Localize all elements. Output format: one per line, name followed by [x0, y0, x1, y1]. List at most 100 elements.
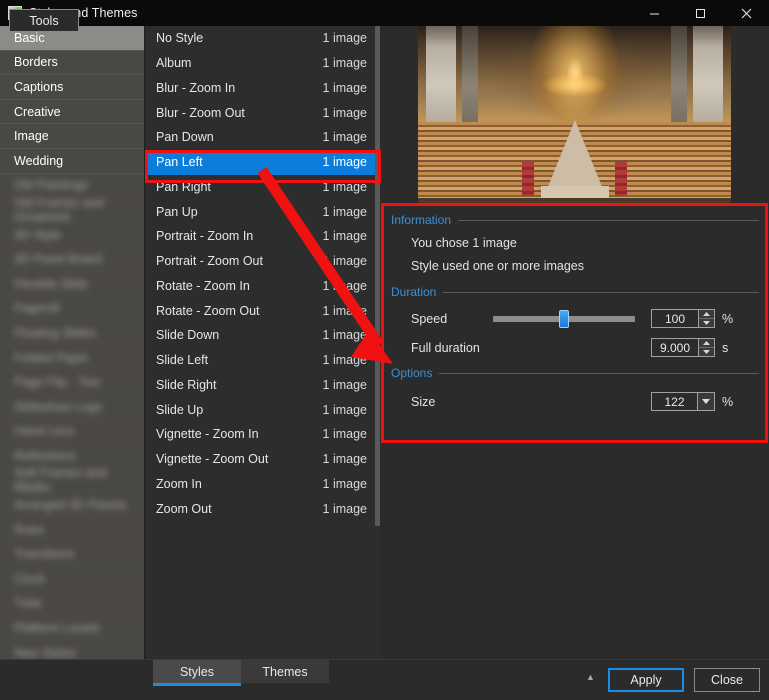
full-duration-label: Full duration — [411, 340, 480, 355]
style-row[interactable]: Slide Right 1 image — [146, 373, 380, 398]
sidebar-item-folded-paper[interactable]: Folded Paper — [0, 346, 144, 371]
style-image-count: 1 image — [322, 501, 367, 516]
sidebar-item-new-styles[interactable]: New Styles — [0, 641, 144, 659]
full-duration-spinner-up-icon[interactable] — [699, 339, 714, 348]
full-duration-spinner[interactable]: 9.000 — [651, 338, 715, 357]
speed-value[interactable]: 100 — [652, 310, 698, 327]
size-combobox[interactable]: 122 — [651, 392, 715, 411]
style-row[interactable]: Pan Down 1 image — [146, 125, 380, 150]
speed-slider[interactable] — [493, 309, 635, 328]
minimize-icon[interactable] — [631, 0, 677, 26]
style-row[interactable]: Blur - Zoom In 1 image — [146, 76, 380, 101]
sidebar-item-reflections[interactable]: Reflections — [0, 444, 144, 469]
style-row[interactable]: Pan Up 1 image — [146, 199, 380, 224]
full-duration-spinner-down-icon[interactable] — [699, 348, 714, 356]
sidebar-item-label: Arranged 3D Panels — [14, 498, 127, 513]
sidebar-item-3d-style[interactable]: 3D Style — [0, 223, 144, 248]
sidebar-item-image[interactable]: Image — [0, 124, 144, 149]
sidebar-item-transitions[interactable]: Transitions — [0, 542, 144, 568]
style-row[interactable]: Pan Left 1 image — [146, 149, 380, 175]
style-row[interactable]: Pan Right 1 image — [146, 175, 380, 200]
style-image-count: 1 image — [322, 155, 367, 170]
style-row[interactable]: Rotate - Zoom In 1 image — [146, 274, 380, 299]
full-duration-spinner-arrows[interactable] — [698, 339, 714, 356]
style-image-count: 1 image — [322, 328, 367, 343]
style-row[interactable]: Slide Down 1 image — [146, 323, 380, 348]
style-row[interactable]: No Style 1 image — [146, 26, 380, 51]
style-row[interactable]: Zoom In 1 image — [146, 472, 380, 497]
sidebar-item-old-frames-and-ornament[interactable]: Old Frames and Ornament — [0, 196, 144, 224]
sidebar-item-label: Rotor — [14, 522, 45, 537]
sidebar-item-pageroll[interactable]: Pageroll — [0, 297, 144, 322]
sidebar-item-creative[interactable]: Creative — [0, 100, 144, 125]
style-row[interactable]: Zoom Out 1 image — [146, 496, 380, 521]
style-name: Pan Down — [156, 130, 214, 145]
full-duration-value[interactable]: 9.000 — [652, 339, 698, 356]
style-name: Pan Right — [156, 179, 211, 194]
preview-chandelier — [531, 60, 618, 114]
sidebar-item-slideshow-logo[interactable]: Slideshow Logo — [0, 395, 144, 420]
sidebar-item-page-flip-two[interactable]: Page Flip - Two — [0, 370, 144, 395]
tools-button[interactable]: Tools — [9, 9, 79, 32]
speed-slider-thumb[interactable] — [559, 309, 569, 328]
sidebar-item-old-paintings[interactable]: Old Paintings — [0, 174, 144, 199]
sidebar-item-3d-panel-board[interactable]: 3D Panel Board — [0, 247, 144, 272]
speed-spinner-down-icon[interactable] — [699, 319, 714, 327]
sidebar-item-platform-levels[interactable]: Platform Levels — [0, 616, 144, 641]
style-row[interactable]: Portrait - Zoom In 1 image — [146, 224, 380, 249]
style-image-count: 1 image — [322, 452, 367, 467]
sidebar-item-wedding[interactable]: Wedding — [0, 149, 144, 174]
style-row[interactable]: Slide Up 1 image — [146, 397, 380, 422]
sidebar-item-rotor[interactable]: Rotor — [0, 518, 144, 543]
close-button[interactable]: Close — [694, 668, 760, 692]
sidebar-item-soft-frames-and-masks[interactable]: Soft Frames and Masks — [0, 466, 144, 494]
chevron-up-icon[interactable]: ▲ — [586, 672, 595, 682]
preview-red-cushions-left — [522, 162, 534, 196]
style-row[interactable]: Slide Left 1 image — [146, 348, 380, 373]
chevron-down-icon[interactable] — [697, 393, 714, 410]
tab-styles[interactable]: Styles — [153, 660, 241, 686]
scrollbar-thumb[interactable] — [375, 26, 380, 526]
apply-button[interactable]: Apply — [608, 668, 684, 692]
style-row[interactable]: Vignette - Zoom In 1 image — [146, 422, 380, 447]
sidebar-item-label: Hand Lens — [14, 424, 75, 439]
full-duration-row: Full duration 9.000 s — [411, 338, 759, 357]
sidebar-item-captions[interactable]: Captions — [0, 75, 144, 100]
speed-spinner-up-icon[interactable] — [699, 310, 714, 319]
style-name: Rotate - Zoom In — [156, 278, 250, 293]
speed-spinner[interactable]: 100 — [651, 309, 715, 328]
style-row[interactable]: Blur - Zoom Out 1 image — [146, 100, 380, 125]
style-image-count: 1 image — [322, 402, 367, 417]
styles-list-scrollbar[interactable] — [375, 26, 380, 659]
style-image-count: 1 image — [322, 353, 367, 368]
maximize-icon[interactable] — [677, 0, 723, 26]
category-sidebar[interactable]: Basic Borders Captions Creative Image Wedding… — [0, 26, 145, 659]
sidebar-item-tube[interactable]: Tube — [0, 592, 144, 617]
information-line-1: You chose 1 image — [411, 236, 517, 250]
styles-list[interactable]: No Style 1 image Album 1 image Blur - Zoom I… — [146, 26, 380, 659]
sidebar-item-clock[interactable]: Clock — [0, 567, 144, 592]
view-tabs[interactable]: Styles Themes — [153, 660, 329, 686]
style-row[interactable]: Vignette - Zoom Out 1 image — [146, 447, 380, 472]
style-row[interactable]: Album 1 image — [146, 51, 380, 76]
information-line-2: Style used one or more images — [411, 259, 585, 273]
speed-spinner-arrows[interactable] — [698, 310, 714, 327]
size-value[interactable]: 122 — [652, 393, 697, 410]
sidebar-item-label: Platform Levels — [14, 621, 101, 636]
sidebar-item-borders[interactable]: Borders — [0, 51, 144, 76]
style-name: Portrait - Zoom Out — [156, 254, 263, 269]
style-row[interactable]: Portrait - Zoom Out 1 image — [146, 249, 380, 274]
style-image-count: 1 image — [322, 80, 367, 95]
tab-themes[interactable]: Themes — [241, 660, 329, 683]
speed-row: Speed 100 % — [411, 309, 759, 328]
style-name: Slide Up — [156, 402, 204, 417]
sidebar-item-flexible-slide[interactable]: Flexible Slide — [0, 272, 144, 297]
sidebar-item-label: Transitions — [14, 547, 75, 562]
style-row[interactable]: Rotate - Zoom Out 1 image — [146, 298, 380, 323]
sidebar-item-arranged-3d-panels[interactable]: Arranged 3D Panels — [0, 493, 144, 518]
sidebar-item-label: Borders — [14, 55, 58, 70]
style-name: Slide Left — [156, 353, 209, 368]
close-icon[interactable] — [723, 0, 769, 26]
sidebar-item-floating-slides[interactable]: Floating Slides — [0, 321, 144, 346]
sidebar-item-hand-lens[interactable]: Hand Lens — [0, 420, 144, 445]
